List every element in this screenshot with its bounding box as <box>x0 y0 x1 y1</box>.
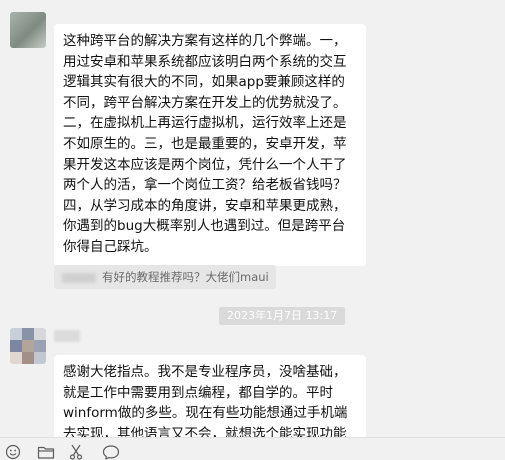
message-bubble[interactable]: 感谢大佬指点。我不是专业程序员，没啥基础， 就是工作中需要用到点编程，都自学的。… <box>54 355 366 437</box>
input-toolbar <box>0 437 505 460</box>
emoji-icon[interactable] <box>3 444 23 460</box>
folder-icon[interactable] <box>36 444 56 460</box>
sender-avatar[interactable] <box>10 328 46 364</box>
message-text: 这种跨平台的解决方案有这样的几个弊端。一， 用过安卓和苹果系统都应该明白两个系统… <box>63 33 347 255</box>
sender-avatar[interactable] <box>10 12 46 48</box>
message-text: 感谢大佬指点。我不是专业程序员，没啥基础， 就是工作中需要用到点编程，都自学的。… <box>63 364 348 437</box>
message-bubble[interactable]: 这种跨平台的解决方案有这样的几个弊端。一， 用过安卓和苹果系统都应该明白两个系统… <box>54 24 366 266</box>
chat-message-area: 这种跨平台的解决方案有这样的几个弊端。一， 用过安卓和苹果系统都应该明白两个系统… <box>0 0 505 437</box>
scissors-icon[interactable] <box>66 444 86 460</box>
quoted-sender-name-blurred <box>62 272 96 283</box>
quoted-message-text: 有好的教程推荐吗？大佬们maui <box>102 270 269 284</box>
sender-name-blurred <box>54 330 80 342</box>
message-timestamp: 2023年1月7日 13:17 <box>219 307 346 325</box>
quoted-message[interactable]: 有好的教程推荐吗？大佬们maui <box>54 265 276 289</box>
chat-bubble-icon[interactable] <box>101 444 121 460</box>
